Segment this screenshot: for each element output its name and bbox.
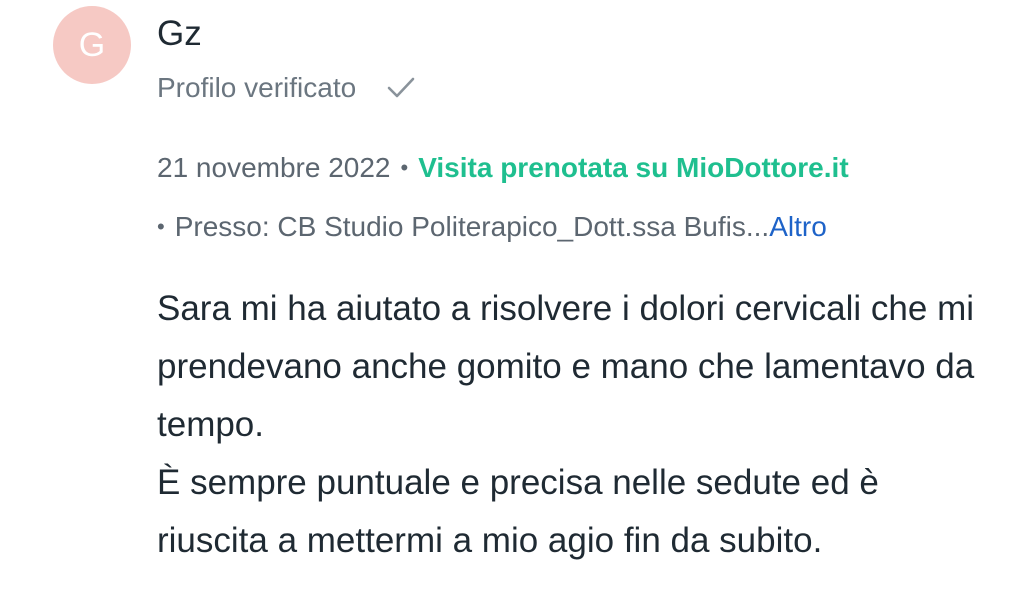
review-body-paragraph: È sempre puntuale e precisa nelle sedute…: [157, 463, 879, 560]
booked-label: Visita prenotata su MioDottore.it: [418, 152, 849, 183]
more-link[interactable]: Altro: [769, 211, 827, 243]
location-bullet: •: [157, 214, 165, 239]
review-card: G Gz Profilo verificato 21 novembre 2022…: [0, 0, 1024, 592]
review-body-paragraph: Sara mi ha aiutato a risolvere i dolori …: [157, 289, 975, 444]
review-date: 21 novembre 2022: [157, 152, 391, 183]
review-location: • Presso: CB Studio Politerapico_Dott.ss…: [157, 209, 827, 245]
check-icon: [386, 75, 416, 101]
review-body: Sara mi ha aiutato a risolvere i dolori …: [157, 280, 987, 570]
avatar: G: [53, 6, 131, 84]
author-name: Gz: [157, 14, 202, 53]
meta-separator: •: [400, 155, 409, 180]
avatar-initial: G: [78, 26, 106, 64]
verified-label: Profilo verificato: [157, 72, 357, 103]
verified-status: Profilo verificato: [157, 70, 416, 106]
location-text: Presso: CB Studio Politerapico_Dott.ssa …: [174, 211, 770, 242]
review-meta: 21 novembre 2022 • Visita prenotata su M…: [157, 150, 849, 186]
